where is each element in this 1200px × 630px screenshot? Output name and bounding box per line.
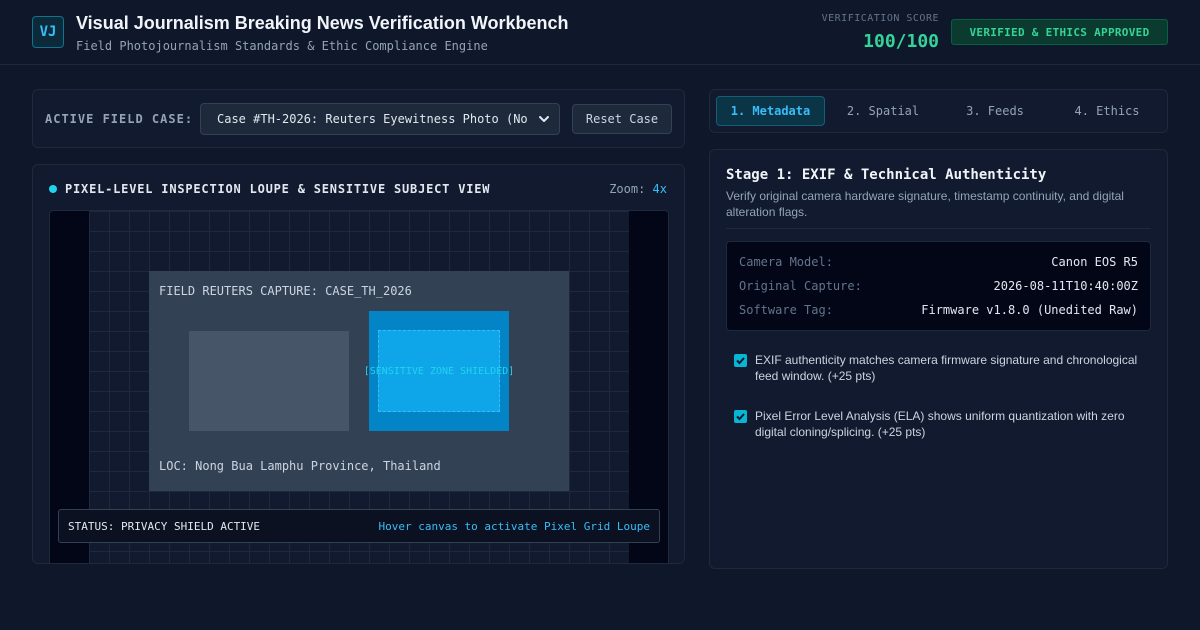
stage-title: Stage 1: EXIF & Technical Authenticity: [726, 167, 1047, 183]
metadata-table: Camera Model: Canon EOS R5 Original Capt…: [726, 241, 1151, 331]
status-badge: VERIFIED & ETHICS APPROVED: [951, 19, 1168, 45]
zoom-label: Zoom:: [609, 182, 646, 196]
subject-block: [189, 331, 349, 431]
metadata-value: 2026-08-11T10:40:00Z: [993, 279, 1139, 293]
field-photo: FIELD REUTERS CAPTURE: CASE_TH_2026 [SEN…: [149, 271, 569, 491]
inspection-canvas[interactable]: FIELD REUTERS CAPTURE: CASE_TH_2026 [SEN…: [49, 210, 669, 563]
metadata-key: Original Capture:: [739, 279, 862, 293]
app-logo: VJ: [32, 16, 64, 48]
metadata-value: Firmware v1.8.0 (Unedited Raw): [921, 303, 1138, 317]
stage-tabs: 1. Metadata 2. Spatial 3. Feeds 4. Ethic…: [709, 89, 1168, 133]
app-subtitle: Field Photojournalism Standards & Ethic …: [76, 39, 488, 53]
canvas-status-bar: STATUS: PRIVACY SHIELD ACTIVE Hover canv…: [58, 509, 660, 543]
stage-description: Verify original camera hardware signatur…: [726, 189, 1124, 219]
reset-case-button[interactable]: Reset Case: [572, 104, 672, 134]
check-label: Pixel Error Level Analysis (ELA) shows u…: [755, 409, 1125, 439]
loupe-title: PIXEL-LEVEL INSPECTION LOUPE & SENSITIVE…: [65, 182, 491, 196]
checkbox-ela[interactable]: [734, 410, 747, 423]
app-header: VJ Visual Journalism Breaking News Verif…: [0, 0, 1200, 65]
metadata-row: Software Tag: Firmware v1.8.0 (Unedited …: [739, 303, 1138, 319]
metadata-key: Software Tag:: [739, 303, 833, 317]
loupe-panel: PIXEL-LEVEL INSPECTION LOUPE & SENSITIVE…: [32, 164, 685, 564]
verification-score-label: VERIFICATION SCORE: [821, 13, 939, 24]
metadata-row: Camera Model: Canon EOS R5: [739, 255, 1138, 271]
capture-label: FIELD REUTERS CAPTURE: CASE_TH_2026: [159, 284, 412, 298]
metadata-row: Original Capture: 2026-08-11T10:40:00Z: [739, 279, 1138, 295]
tab-ethics[interactable]: 4. Ethics: [1054, 96, 1160, 126]
zoom-value: 4x: [652, 182, 667, 196]
sensitive-zone: [SENSITIVE ZONE SHIELDED]: [364, 311, 514, 431]
chevron-down-icon: [539, 116, 549, 122]
divider: [726, 228, 1151, 229]
tab-metadata[interactable]: 1. Metadata: [716, 96, 825, 126]
case-select-value: Case #TH-2026: Reuters Eyewitness Photo …: [217, 112, 528, 126]
zoom-indicator: Zoom: 4x: [609, 182, 667, 196]
checkmark-icon: [736, 357, 745, 365]
case-select[interactable]: Case #TH-2026: Reuters Eyewitness Photo …: [200, 103, 560, 135]
location-label: LOC: Nong Bua Lamphu Province, Thailand: [159, 459, 441, 473]
stage-panel: Stage 1: EXIF & Technical Authenticity V…: [709, 149, 1168, 569]
checkmark-icon: [736, 413, 745, 421]
tab-feeds[interactable]: 3. Feeds: [942, 96, 1048, 126]
case-label: ACTIVE FIELD CASE:: [45, 112, 194, 126]
app-title: Visual Journalism Breaking News Verifica…: [76, 13, 569, 33]
loupe-hint: Hover canvas to activate Pixel Grid Loup…: [378, 520, 650, 533]
metadata-key: Camera Model:: [739, 255, 833, 269]
sensitive-zone-label: [SENSITIVE ZONE SHIELDED]: [363, 365, 515, 377]
checkbox-exif[interactable]: [734, 354, 747, 367]
live-indicator-icon: [49, 185, 57, 193]
case-bar: ACTIVE FIELD CASE: Case #TH-2026: Reuter…: [32, 89, 685, 148]
privacy-status: STATUS: PRIVACY SHIELD ACTIVE: [68, 520, 261, 533]
verification-score-value: 100/100: [863, 31, 939, 52]
tab-spatial[interactable]: 2. Spatial: [830, 96, 936, 126]
check-label: EXIF authenticity matches camera firmwar…: [755, 353, 1138, 383]
metadata-value: Canon EOS R5: [1051, 255, 1138, 269]
sensitive-zone-shield: [SENSITIVE ZONE SHIELDED]: [364, 330, 514, 412]
